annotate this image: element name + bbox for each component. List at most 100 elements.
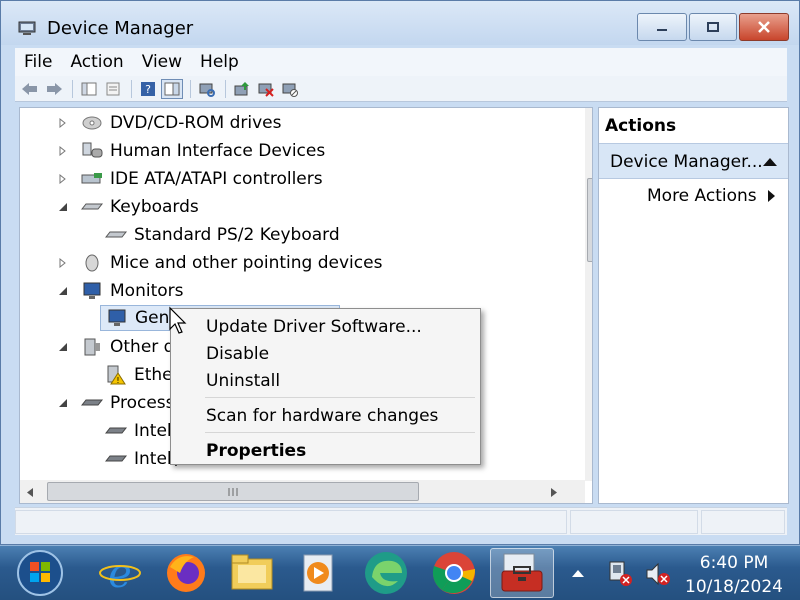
tree-item-ide-controllers[interactable]: IDE ATA/ATAPI controllers (58, 166, 323, 192)
tree-item-standard-ps2-keyboard[interactable]: Standard PS/2 Keyboard (104, 222, 340, 248)
taskbar-media-player[interactable] (288, 548, 348, 598)
submenu-arrow-icon[interactable] (767, 189, 776, 203)
minimize-button[interactable] (637, 13, 687, 41)
menu-properties[interactable]: Properties (206, 441, 306, 461)
menu-update-driver-software[interactable]: Update Driver Software... (206, 317, 422, 337)
menu-view[interactable]: View (133, 52, 191, 72)
grip-icon (228, 488, 238, 496)
show-action-pane-button[interactable] (161, 78, 183, 99)
monitor-icon (83, 282, 101, 299)
actions-pane: Actions Device Manager... More Actions (598, 107, 789, 504)
menu-uninstall[interactable]: Uninstall (206, 371, 280, 391)
tree-item-label: Standard PS/2 Keyboard (134, 225, 340, 245)
scroll-up-icon[interactable] (591, 116, 593, 124)
dvd-drive-icon (82, 116, 102, 130)
back-button[interactable] (19, 79, 41, 99)
vertical-scrollbar[interactable] (585, 108, 593, 481)
collapse-arrow-icon[interactable] (58, 398, 68, 408)
uninstall-device-button[interactable] (255, 79, 277, 99)
expand-arrow-icon[interactable] (58, 146, 68, 156)
tree-item-mice[interactable]: Mice and other pointing devices (58, 250, 382, 276)
more-actions-label: More Actions (647, 186, 757, 206)
close-button[interactable] (739, 13, 789, 41)
menu-help[interactable]: Help (191, 52, 248, 72)
collapse-up-icon[interactable] (762, 157, 778, 167)
svg-text:!: ! (116, 376, 119, 385)
tree-item-intel-processor[interactable]: Intel( (104, 418, 178, 444)
properties-toolbar-button[interactable] (102, 79, 124, 99)
show-hide-console-tree-button[interactable] (78, 79, 100, 99)
internet-explorer-icon: e (99, 551, 141, 595)
expand-arrow-icon[interactable] (58, 174, 68, 184)
tree-item-label: Mice and other pointing devices (110, 253, 383, 273)
tree-item-keyboards[interactable]: Keyboards (58, 194, 199, 220)
network-disconnected-icon[interactable] (606, 558, 634, 588)
collapse-arrow-icon[interactable] (58, 202, 68, 212)
volume-muted-icon[interactable] (644, 560, 672, 588)
ide-controller-icon (81, 173, 102, 184)
tree-item-processors[interactable]: Processo (58, 390, 185, 416)
menu-action[interactable]: Action (61, 52, 132, 72)
scroll-down-icon[interactable] (591, 462, 593, 470)
taskbar-firefox[interactable] (156, 548, 216, 598)
taskbar-edge[interactable] (356, 548, 416, 598)
tree-item-label: Keyboards (110, 197, 199, 217)
taskbar-file-explorer[interactable] (222, 548, 282, 598)
tree-item-intel-processor[interactable]: Intel( (104, 446, 178, 472)
expand-arrow-icon[interactable] (58, 258, 68, 268)
close-icon (758, 21, 770, 33)
processor-icon (104, 427, 128, 434)
scroll-right-icon[interactable] (550, 487, 558, 498)
collapse-arrow-icon[interactable] (58, 286, 68, 296)
maximize-button[interactable] (689, 13, 737, 41)
expand-arrow-icon[interactable] (58, 118, 68, 128)
toolbar-separator (225, 79, 226, 98)
minimize-icon (657, 29, 667, 31)
actions-section-device-manager[interactable]: Device Manager... (599, 143, 788, 179)
menu-scan-for-hardware-changes[interactable]: Scan for hardware changes (206, 406, 438, 426)
help-button[interactable]: ? (137, 79, 159, 99)
maximize-icon (707, 22, 719, 32)
horizontal-scrollbar[interactable] (20, 480, 585, 503)
collapse-arrow-icon[interactable] (58, 342, 68, 352)
forward-button[interactable] (43, 79, 65, 99)
scan-hardware-icon (199, 83, 215, 97)
toolbox-icon (501, 553, 543, 592)
tree-item-monitors[interactable]: Monitors (58, 278, 183, 304)
tree-item-ethernet-controller[interactable]: ! Ether (104, 362, 180, 388)
more-actions-link[interactable]: More Actions (647, 186, 757, 206)
tree-item-human-interface-devices[interactable]: Human Interface Devices (58, 138, 325, 164)
help-icon: ? (141, 81, 155, 96)
uninstall-device-icon (258, 83, 274, 97)
menu-disable[interactable]: Disable (206, 344, 269, 364)
title-bar[interactable]: Device Manager (1, 1, 799, 45)
svg-text:?: ? (145, 83, 151, 96)
update-driver-button[interactable] (231, 79, 253, 99)
tree-item-other-devices[interactable]: Other de (58, 334, 185, 360)
show-hidden-icons-icon[interactable] (571, 568, 585, 578)
taskbar-internet-explorer[interactable]: e (90, 548, 150, 598)
clock-date[interactable]: 10/18/2024 (684, 577, 784, 597)
unknown-device-warning-icon: ! (107, 365, 126, 385)
disable-device-icon (282, 83, 298, 97)
horizontal-scroll-thumb[interactable] (47, 482, 419, 501)
toolbar-separator (190, 79, 191, 98)
other-device-icon (84, 338, 100, 356)
taskbar-device-manager-active[interactable] (490, 548, 554, 598)
taskbar-chrome[interactable] (424, 548, 484, 598)
tree-item-label: Monitors (110, 281, 184, 301)
svg-text:e: e (108, 551, 132, 595)
media-player-icon (303, 554, 333, 592)
disable-device-button[interactable] (279, 79, 301, 99)
scroll-left-icon[interactable] (26, 487, 34, 498)
tree-item-dvd-cd-rom[interactable]: DVD/CD-ROM drives (58, 110, 281, 136)
vertical-scroll-thumb[interactable] (587, 178, 592, 262)
forward-arrow-icon (47, 82, 62, 95)
scan-hardware-button[interactable] (196, 79, 218, 99)
edge-icon (365, 552, 407, 594)
start-button[interactable] (10, 548, 70, 598)
menu-file[interactable]: File (15, 52, 61, 72)
clock-time[interactable]: 6:40 PM (684, 553, 784, 573)
monitor-icon (108, 309, 126, 326)
context-menu: Update Driver Software... Disable Uninst… (170, 308, 481, 465)
